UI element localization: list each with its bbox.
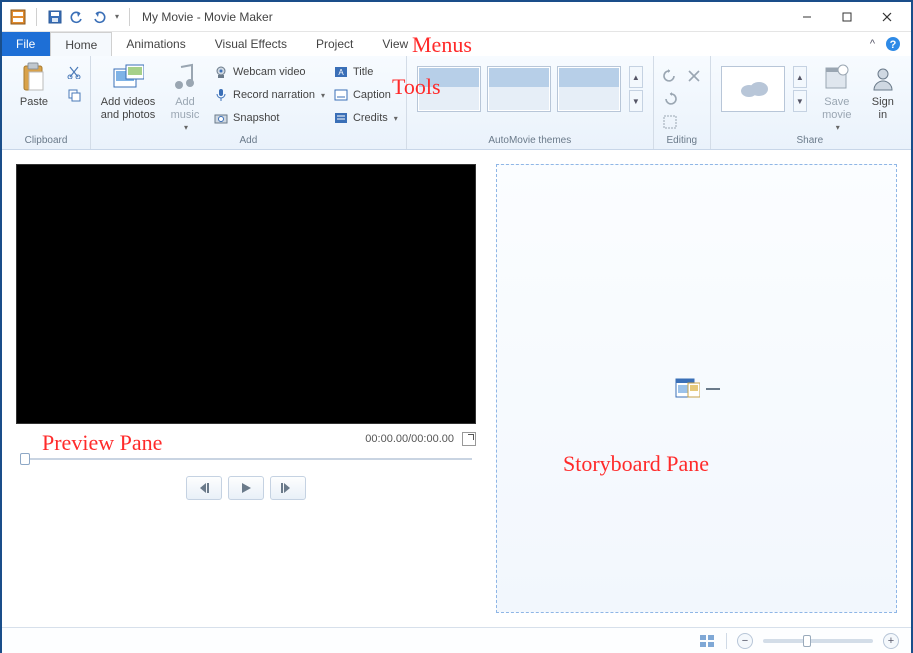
cut-button[interactable] <box>64 62 84 82</box>
play-button[interactable] <box>228 476 264 500</box>
themes-scroll-down[interactable]: ▼ <box>629 90 643 112</box>
thumbnail-view-icon[interactable] <box>698 633 716 649</box>
group-editing: Editing <box>654 56 711 149</box>
storyboard-placeholder-icon <box>674 377 720 401</box>
rotate-left-button[interactable] <box>660 66 680 86</box>
menu-bar: File Home Animations Visual Effects Proj… <box>2 32 911 56</box>
rotate-right-button[interactable] <box>660 89 680 109</box>
zoom-slider[interactable] <box>763 639 873 643</box>
cut-icon <box>66 64 82 80</box>
paste-label: Paste <box>20 96 48 109</box>
tab-view[interactable]: View <box>368 32 423 56</box>
group-editing-label: Editing <box>660 133 704 149</box>
storyboard-pane[interactable]: Storyboard Pane <box>496 164 897 613</box>
window-title: My Movie - Movie Maker <box>142 10 273 24</box>
paste-icon <box>18 62 50 94</box>
group-add-label: Add <box>97 133 400 149</box>
save-icon[interactable] <box>47 9 63 25</box>
record-narration-button[interactable]: Record narration▾ <box>211 85 327 105</box>
webcam-video-button[interactable]: Webcam video <box>211 62 327 82</box>
delete-icon <box>686 68 702 84</box>
add-videos-photos-button[interactable]: Add videos and photos <box>97 60 159 121</box>
preview-pane: 00:00.00/00:00.00 Preview Pane <box>16 164 476 613</box>
group-automovie-label: AutoMovie themes <box>413 133 647 149</box>
tab-animations[interactable]: Animations <box>112 32 200 56</box>
copy-button[interactable] <box>64 85 84 105</box>
zoom-out-button[interactable]: − <box>737 633 753 649</box>
prev-frame-button[interactable] <box>186 476 222 500</box>
tab-home[interactable]: Home <box>50 32 112 56</box>
add-music-button[interactable]: Add music ▾ <box>163 60 207 132</box>
save-movie-button[interactable]: Save movie ▾ <box>815 60 859 132</box>
caption-icon <box>333 87 349 103</box>
svg-text:?: ? <box>890 39 897 51</box>
sign-in-button[interactable]: Sign in <box>863 60 903 121</box>
group-clipboard-label: Clipboard <box>8 133 84 149</box>
preview-video-area[interactable] <box>16 164 476 424</box>
sign-in-icon <box>867 62 899 94</box>
credits-button[interactable]: Credits▾ <box>331 108 400 128</box>
undo-icon[interactable] <box>69 9 85 25</box>
copy-icon <box>66 87 82 103</box>
qat-dropdown-icon[interactable]: ▾ <box>115 12 119 21</box>
fullscreen-icon[interactable] <box>462 432 476 446</box>
add-music-label: Add music <box>171 96 200 121</box>
theme-thumbnail-3[interactable] <box>557 66 621 112</box>
tab-visual-effects[interactable]: Visual Effects <box>201 32 302 56</box>
themes-scroll-up[interactable]: ▲ <box>629 66 643 88</box>
add-videos-icon <box>112 62 144 94</box>
svg-text:A: A <box>338 68 344 77</box>
maximize-button[interactable] <box>827 3 867 31</box>
title-bar: ▾ My Movie - Movie Maker <box>2 2 911 32</box>
title-button[interactable]: ATitle <box>331 62 400 82</box>
microphone-icon <box>213 87 229 103</box>
tab-file[interactable]: File <box>2 32 50 56</box>
snapshot-icon <box>213 110 229 126</box>
theme-thumbnail-2[interactable] <box>487 66 551 112</box>
paste-button[interactable]: Paste <box>8 60 60 109</box>
group-share: ▲ ▼ Save movie ▾ Sign in Share <box>711 56 909 149</box>
help-icon[interactable]: ? <box>885 36 901 52</box>
annotation-storyboard: Storyboard Pane <box>563 451 709 477</box>
group-share-label: Share <box>717 133 903 149</box>
save-movie-label: Save movie <box>822 96 851 121</box>
rotate-right-icon <box>662 91 678 107</box>
caption-button[interactable]: Caption <box>331 85 400 105</box>
tab-project[interactable]: Project <box>302 32 368 56</box>
group-clipboard: Paste Clipboard <box>2 56 91 149</box>
select-all-icon <box>662 114 678 130</box>
title-icon: A <box>333 64 349 80</box>
share-scroll-down[interactable]: ▼ <box>793 90 807 112</box>
rotate-left-icon <box>662 68 678 84</box>
group-add: Add videos and photos Add music ▾ Webcam… <box>91 56 407 149</box>
minimize-button[interactable] <box>787 3 827 31</box>
group-automovie: ▲ ▼ AutoMovie themes <box>407 56 654 149</box>
ribbon: Tools Paste Clipboard Add videos and pho… <box>2 56 911 150</box>
delete-button[interactable] <box>684 66 704 86</box>
close-button[interactable] <box>867 3 907 31</box>
workspace: 00:00.00/00:00.00 Preview Pane Storyboar… <box>2 150 911 627</box>
quick-access-toolbar: ▾ <box>6 8 134 26</box>
next-frame-button[interactable] <box>270 476 306 500</box>
redo-icon[interactable] <box>91 9 107 25</box>
status-bar: − + <box>2 627 911 653</box>
sign-in-label: Sign in <box>872 96 894 121</box>
share-scroll-up[interactable]: ▲ <box>793 66 807 88</box>
theme-thumbnail-1[interactable] <box>417 66 481 112</box>
preview-seek-slider[interactable] <box>20 456 472 462</box>
app-icon <box>10 9 26 25</box>
snapshot-button[interactable]: Snapshot <box>211 108 327 128</box>
share-destination-thumbnail[interactable] <box>721 66 785 112</box>
collapse-ribbon-icon[interactable]: ^ <box>870 38 875 50</box>
add-videos-label: Add videos and photos <box>101 96 155 121</box>
zoom-in-button[interactable]: + <box>883 633 899 649</box>
save-movie-icon <box>821 62 853 94</box>
select-all-button[interactable] <box>660 112 680 132</box>
webcam-icon <box>213 64 229 80</box>
credits-icon <box>333 110 349 126</box>
preview-time: 00:00.00/00:00.00 <box>365 433 454 445</box>
music-icon <box>169 62 201 94</box>
